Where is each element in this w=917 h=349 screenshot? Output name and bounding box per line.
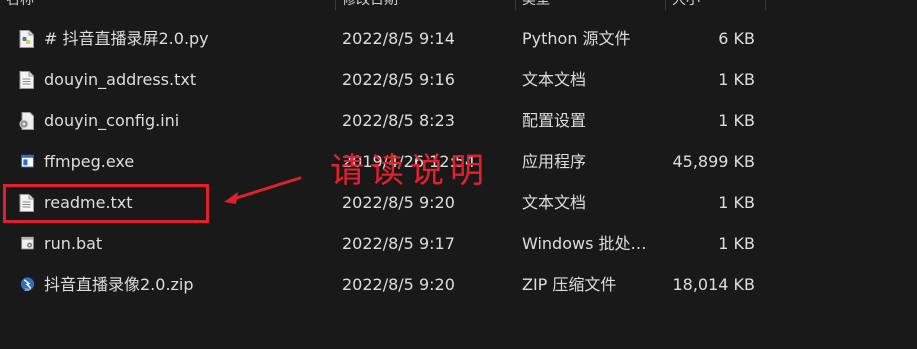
file-date: 2022/8/5 9:14 (342, 29, 455, 48)
file-size: 6 KB (718, 29, 755, 48)
file-date: 2022/8/5 9:17 (342, 234, 455, 253)
file-date: 2022/8/5 9:20 (342, 275, 455, 294)
file-size: 1 KB (718, 111, 755, 130)
file-type: 文本文档 (522, 193, 587, 212)
file-name: # 抖音直播录屏2.0.py (44, 29, 209, 48)
column-name-header[interactable]: 名称 (0, 0, 336, 10)
file-size: 1 KB (718, 70, 755, 89)
file-type: 文本文档 (522, 70, 587, 89)
file-name: 抖音直播录像2.0.zip (44, 275, 194, 294)
file-row[interactable]: douyin_address.txt 2022/8/5 9:16 文本文档 1 … (0, 59, 917, 100)
file-row[interactable]: douyin_config.ini 2022/8/5 8:23 配置设置 1 K… (0, 100, 917, 141)
file-explorer-view: 名称 修改日期 类型 大小 # 抖音直播录屏2.0.py 2022/8/5 9:… (0, 0, 917, 349)
file-size: 45,899 KB (672, 152, 755, 171)
file-type: 应用程序 (522, 152, 587, 171)
file-type: ZIP 压缩文件 (522, 275, 617, 294)
file-date: 2022/8/5 8:23 (342, 111, 455, 130)
config-file-icon (19, 112, 34, 130)
file-name: ffmpeg.exe (44, 152, 135, 171)
zip-file-icon: ZIP (20, 277, 35, 292)
annotation-highlight-box (3, 184, 209, 223)
file-name: douyin_config.ini (44, 111, 180, 130)
file-size: 1 KB (718, 234, 755, 253)
column-size-header[interactable]: 大小 (666, 0, 766, 10)
batch-file-icon (21, 236, 34, 250)
annotation-text: 请读说明 (330, 151, 490, 191)
file-size: 18,014 KB (672, 275, 755, 294)
column-header: 名称 修改日期 类型 大小 (0, 0, 917, 10)
file-date: 2022/8/5 9:16 (342, 70, 455, 89)
python-file-icon (19, 30, 34, 48)
column-date-header[interactable]: 修改日期 (336, 0, 516, 10)
file-size: 1 KB (718, 193, 755, 212)
column-type-header[interactable]: 类型 (516, 0, 666, 10)
file-type: 配置设置 (522, 111, 587, 130)
file-type: Windows 批处… (522, 234, 647, 253)
file-row[interactable]: run.bat 2022/8/5 9:17 Windows 批处… 1 KB (0, 223, 917, 264)
svg-text:ZIP: ZIP (25, 288, 32, 292)
exe-file-icon (21, 154, 34, 168)
file-name: run.bat (44, 234, 103, 253)
text-file-icon (19, 71, 34, 89)
file-row[interactable]: # 抖音直播录屏2.0.py 2022/8/5 9:14 Python 源文件 … (0, 18, 917, 59)
annotation-arrow-icon (224, 176, 302, 204)
file-type: Python 源文件 (522, 29, 631, 48)
file-row[interactable]: ZIP 抖音直播录像2.0.zip 2022/8/5 9:20 ZIP 压缩文件… (0, 264, 917, 305)
file-name: douyin_address.txt (44, 70, 197, 89)
